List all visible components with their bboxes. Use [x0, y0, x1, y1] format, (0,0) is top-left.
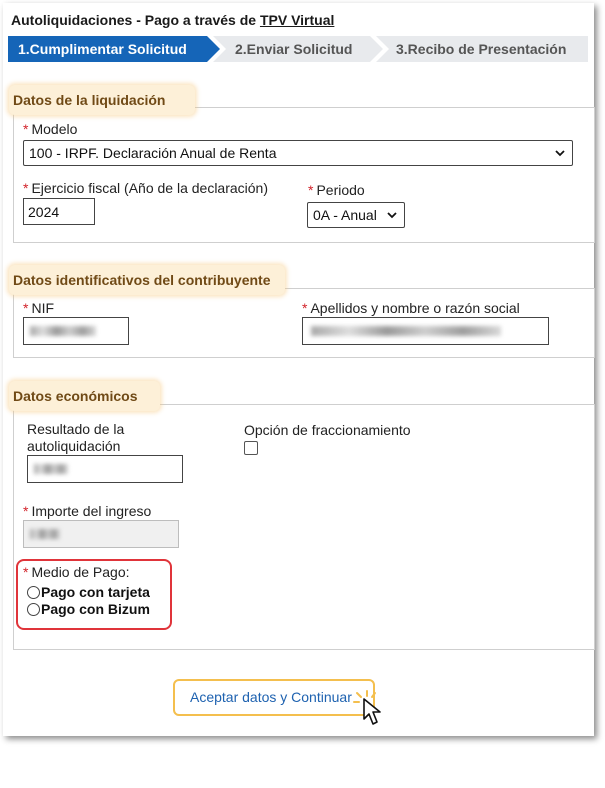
ejercicio-input[interactable]: 2024 [23, 198, 95, 225]
fraccionamiento-label: Opción de fraccionamiento [244, 422, 411, 438]
required-marker: * [302, 300, 308, 316]
nif-label-text: NIF [31, 300, 55, 316]
modelo-label-text: Modelo [31, 121, 78, 137]
required-marker: * [23, 564, 29, 580]
importe-label-text: Importe del ingreso [31, 503, 152, 519]
liquidacion-legend: Datos de la liquidación [9, 85, 195, 115]
economicos-legend: Datos económicos [9, 381, 160, 411]
radio-label: Pago con Bizum [41, 601, 150, 617]
hand-pointer-icon [353, 690, 381, 725]
ejercicio-label: * Ejercicio fiscal (Año de la declaración… [23, 180, 268, 196]
periodo-select[interactable]: 0A - Anual [307, 202, 405, 228]
resultado-label-line: autoliquidación [27, 438, 121, 454]
radio-button[interactable] [27, 602, 40, 616]
redacted-value [311, 326, 501, 336]
nombre-label-text: Apellidos y nombre o razón social [310, 300, 520, 316]
radio-button[interactable] [27, 585, 40, 599]
fraccionamiento-checkbox[interactable] [244, 441, 258, 455]
redacted-value [30, 326, 96, 336]
step-label: 1.Cumplimentar Solicitud [18, 41, 187, 57]
medio-pago-label-text: Medio de Pago: [31, 564, 130, 580]
modelo-label: * Modelo [23, 121, 77, 137]
step-enviar: 2.Enviar Solicitud [213, 36, 383, 62]
radio-pago-tarjeta[interactable]: Pago con tarjeta [27, 584, 150, 600]
nif-label: * NIF [23, 300, 54, 316]
periodo-label: * Periodo [308, 182, 365, 198]
chevron-down-icon [555, 150, 565, 157]
step-recibo: 3.Recibo de Presentación [376, 36, 588, 62]
redacted-value [30, 529, 60, 539]
required-marker: * [23, 300, 29, 316]
identificativos-legend: Datos identificativos del contribuyente [9, 265, 285, 295]
nombre-label: * Apellidos y nombre o razón social [302, 300, 520, 316]
required-marker: * [23, 121, 29, 137]
required-marker: * [23, 180, 29, 196]
steps-bar: 1.Cumplimentar Solicitud 2.Enviar Solici… [8, 36, 588, 62]
periodo-label-text: Periodo [316, 182, 365, 198]
medio-pago-label: * Medio de Pago: [23, 564, 130, 580]
periodo-select-value: 0A - Anual [313, 207, 377, 223]
step-cumplimentar: 1.Cumplimentar Solicitud [8, 36, 220, 62]
importe-input [23, 520, 179, 548]
required-marker: * [23, 503, 29, 519]
resultado-label: Resultado de la autoliquidación [27, 421, 124, 455]
accept-continue-button[interactable]: Aceptar datos y Continuar [173, 679, 375, 716]
step-label: 2.Enviar Solicitud [235, 41, 353, 57]
chevron-down-icon [387, 212, 397, 219]
importe-label: * Importe del ingreso [23, 503, 151, 519]
main-window: Autoliquidaciones - Pago a través de TPV… [3, 3, 595, 736]
modelo-select[interactable]: 100 - IRPF. Declaración Anual de Renta [23, 140, 573, 166]
redacted-value [34, 464, 68, 474]
nombre-input[interactable] [302, 317, 549, 345]
ejercicio-label-text: Ejercicio fiscal (Año de la declaración) [31, 180, 269, 196]
radio-label: Pago con tarjeta [41, 584, 150, 600]
liquidacion-section [13, 107, 595, 243]
resultado-label-line: Resultado de la [27, 421, 125, 437]
radio-pago-bizum[interactable]: Pago con Bizum [27, 601, 150, 617]
required-marker: * [308, 182, 314, 198]
tpv-virtual-link[interactable]: TPV Virtual [260, 12, 334, 28]
page-title: Autoliquidaciones - Pago a través de TPV… [11, 12, 334, 28]
resultado-input[interactable] [27, 455, 183, 483]
step-label: 3.Recibo de Presentación [396, 41, 567, 57]
page-title-text: Autoliquidaciones - Pago a través de [11, 12, 260, 28]
nif-input[interactable] [23, 317, 129, 345]
modelo-select-value: 100 - IRPF. Declaración Anual de Renta [29, 145, 277, 161]
